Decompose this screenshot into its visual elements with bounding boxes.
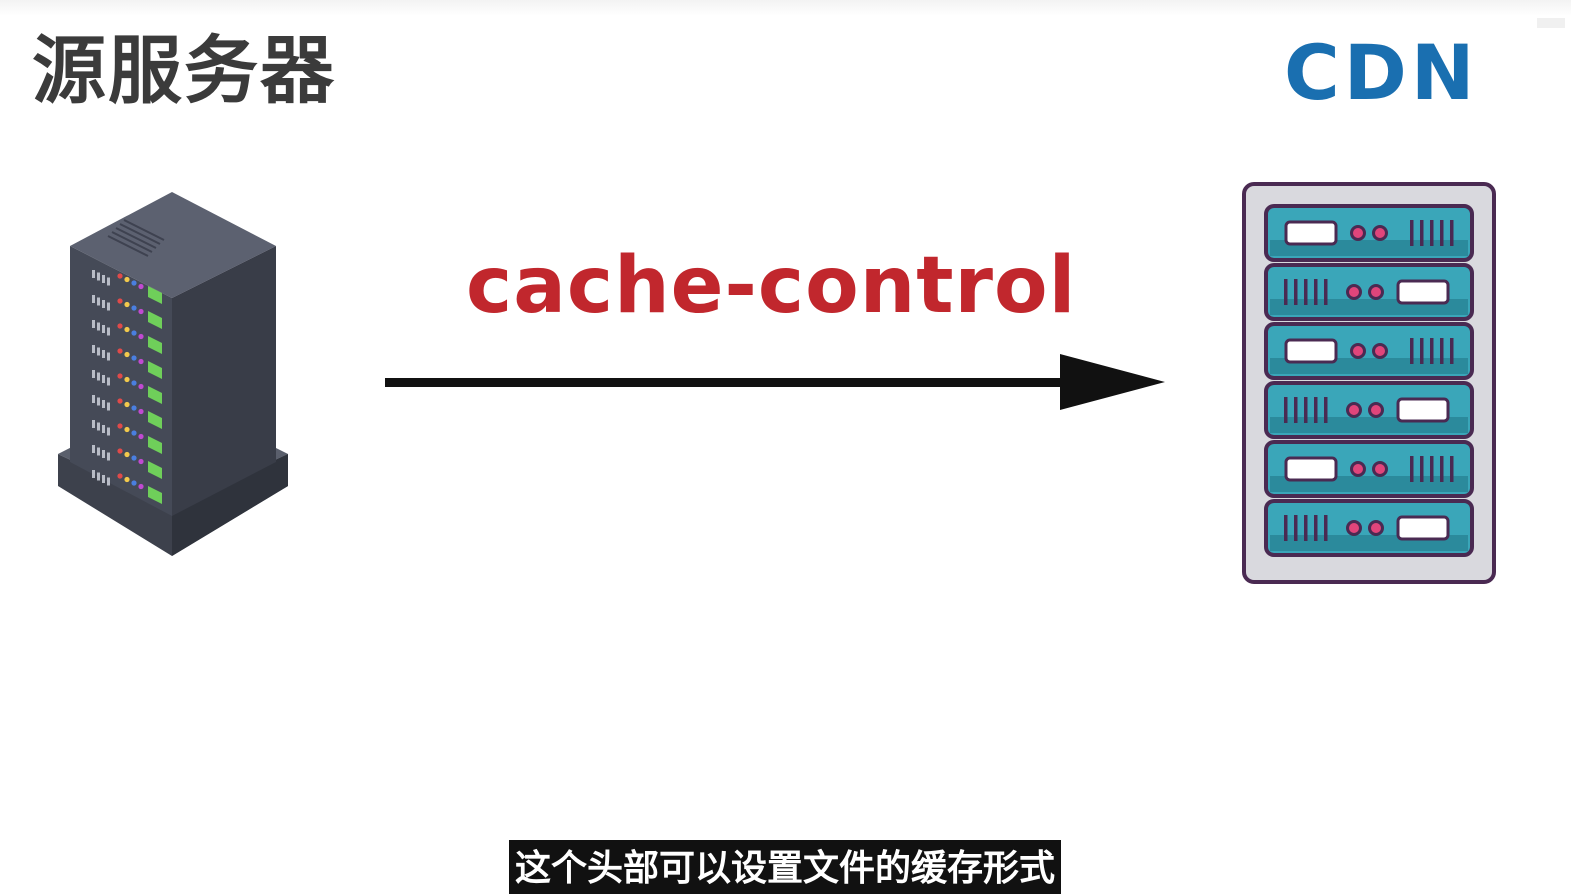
watermark (1537, 18, 1565, 28)
cache-control-label: cache-control (466, 241, 1077, 331)
server-rack-icon (1242, 182, 1496, 584)
top-bar (0, 0, 1571, 16)
cdn-label: CDN (1284, 28, 1479, 117)
subtitle-caption: 这个头部可以设置文件的缓存形式 (509, 840, 1061, 894)
origin-server-label: 源服务器 (32, 28, 336, 114)
arrow-right-icon (385, 354, 1165, 410)
server-tower-icon (58, 192, 288, 556)
